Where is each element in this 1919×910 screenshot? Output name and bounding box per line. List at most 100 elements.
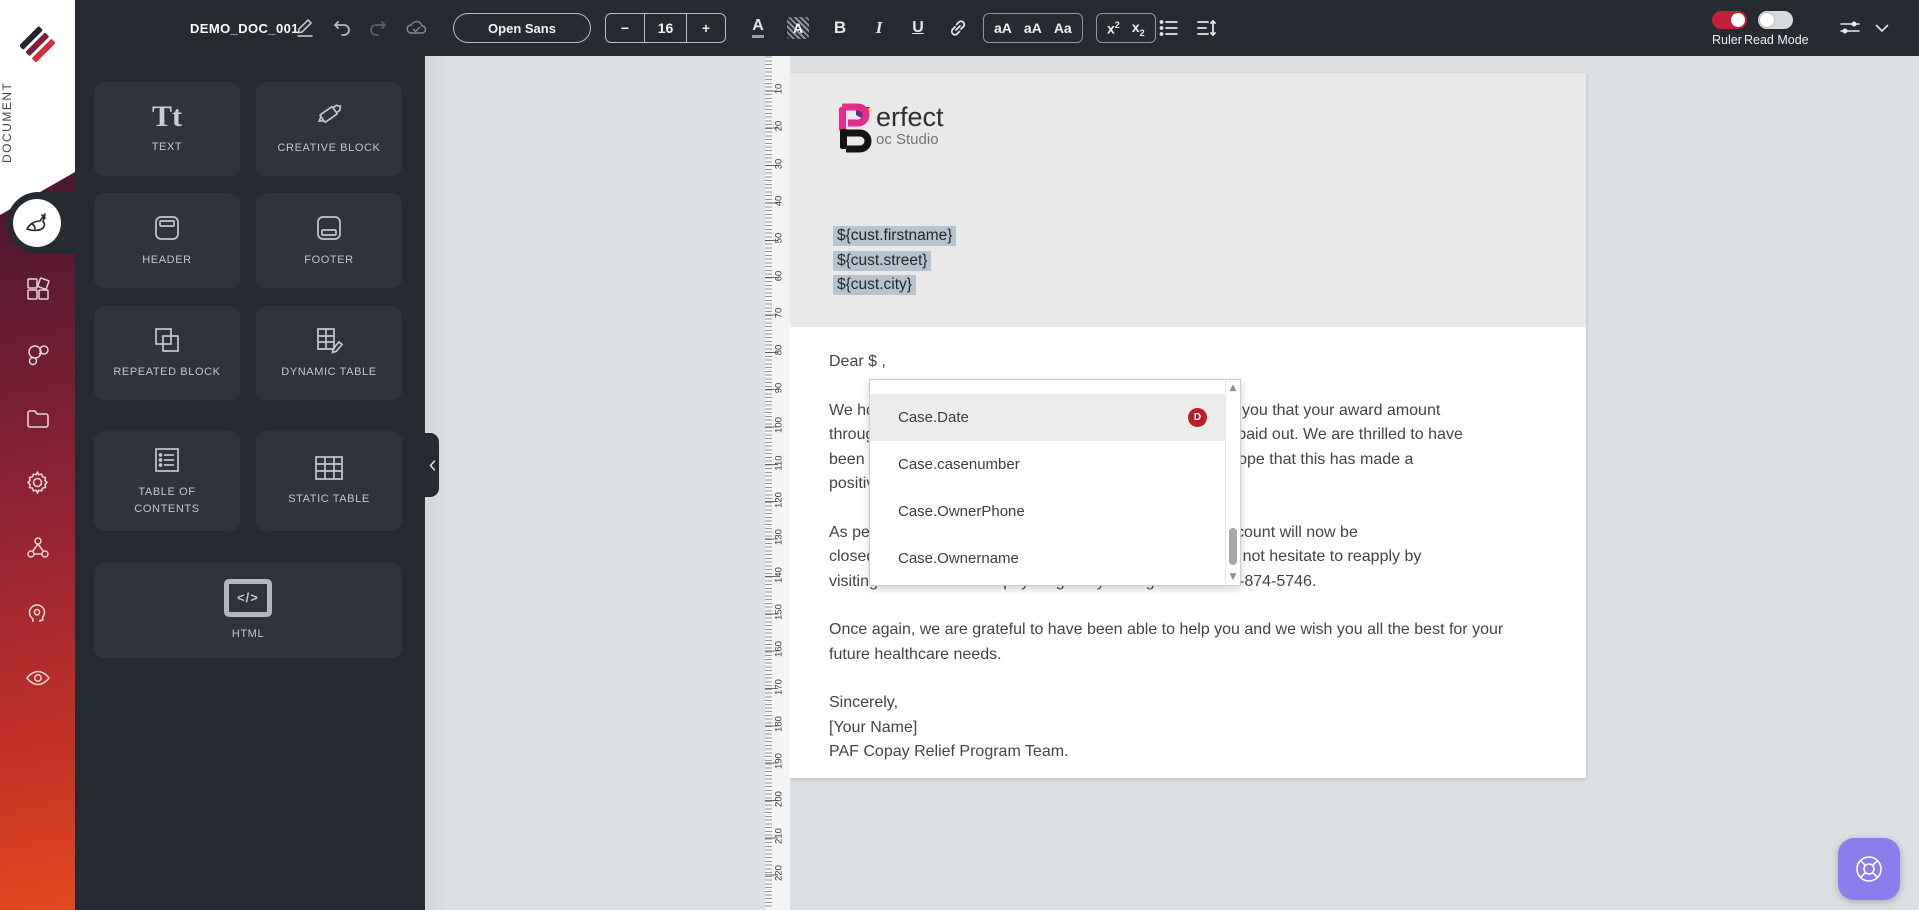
- cloud-check-icon: [406, 20, 426, 34]
- ruler-tick-label: 90: [773, 382, 785, 394]
- superscript-button[interactable]: x2: [1107, 20, 1120, 37]
- script-group: x2 x2: [1096, 13, 1156, 43]
- block-tile-footer[interactable]: FOOTER: [256, 193, 402, 288]
- more-options-button[interactable]: [1867, 0, 1897, 56]
- uppercase-button[interactable]: aA: [994, 20, 1012, 36]
- scroll-down-arrow[interactable]: ▼: [1226, 572, 1240, 582]
- ruler-tick-label: 80: [773, 345, 785, 356]
- sidebar-item-integrations[interactable]: [0, 525, 75, 569]
- dropdown-item-label: Case.Ownername: [898, 550, 1019, 567]
- html-block-icon: </>: [224, 578, 272, 617]
- insert-link-button[interactable]: [943, 0, 973, 56]
- vertical-ruler: 10 20 30 40 50 60 70 80 90 100 110 120 130 140 150 160 1…: [765, 56, 790, 910]
- font-size-stepper: − 16 +: [605, 13, 726, 43]
- variable-suggestion-dropdown: Case.Date D Case.casenumber Case.OwnerPh…: [869, 379, 1241, 586]
- footer-block-icon: [317, 215, 341, 240]
- sidebar-section-label: DOCUMENT: [0, 81, 14, 163]
- variable-chip[interactable]: ${cust.city}: [833, 275, 916, 296]
- subscript-button[interactable]: x2: [1132, 19, 1145, 38]
- bold-button[interactable]: B: [825, 0, 855, 56]
- chevron-down-icon: [1875, 24, 1889, 32]
- dropdown-scrollbar: ▲ ▼: [1225, 380, 1240, 585]
- line-spacing-icon: [1197, 19, 1216, 37]
- block-tile-static-table[interactable]: STATIC TABLE: [256, 431, 402, 531]
- sliders-icon: [1840, 21, 1860, 34]
- ruler-tick-label: 190: [773, 753, 785, 770]
- app-logo[interactable]: [20, 26, 56, 64]
- sidebar-item-design-active[interactable]: [13, 199, 61, 247]
- dropdown-item[interactable]: Case.Date D: [870, 394, 1225, 441]
- ruler-tick-label: 220: [773, 865, 785, 882]
- dropdown-item[interactable]: Case.OwnerPhone: [870, 488, 1225, 535]
- ruler-tick-label: 130: [773, 529, 785, 546]
- panel-collapse-handle[interactable]: [425, 433, 439, 497]
- sidebar-item-styles[interactable]: [0, 267, 75, 311]
- gear-icon: [27, 470, 48, 494]
- bold-icon: B: [833, 18, 847, 37]
- block-tile-creative-block[interactable]: CREATIVE BLOCK: [256, 82, 402, 176]
- ruler-tick-label: 60: [773, 270, 785, 282]
- palette-swatches-icon: [26, 277, 50, 300]
- page-settings-button[interactable]: [1835, 0, 1865, 56]
- text-block-icon: Tt: [152, 99, 182, 133]
- highlight-color-button[interactable]: A: [783, 0, 813, 56]
- ruler-tick-label: 140: [773, 566, 785, 583]
- block-tile-table-of-contents[interactable]: TABLE OF CONTENTS: [94, 431, 240, 531]
- dropdown-item[interactable]: Case.casenumber: [870, 441, 1225, 488]
- italic-button[interactable]: I: [864, 0, 894, 56]
- redo-button[interactable]: [363, 0, 393, 56]
- top-toolbar: DEMO_DOC_001 Open Sans − 16 + A A B I U …: [75, 0, 1919, 56]
- underline-button[interactable]: U: [903, 0, 933, 56]
- line-spacing-button[interactable]: [1190, 0, 1222, 56]
- ruler-toggle-knob: [1731, 13, 1745, 27]
- merge-variable-token: ${cust.city}: [833, 273, 956, 298]
- block-tile-header[interactable]: HEADER: [94, 193, 240, 288]
- molecule-icon: [27, 345, 49, 366]
- sidebar-item-files[interactable]: [0, 397, 75, 441]
- static-table-icon: [315, 456, 343, 481]
- rename-document-button[interactable]: [290, 0, 320, 56]
- link-icon: [950, 20, 966, 36]
- block-tile-dynamic-table[interactable]: DYNAMIC TABLE: [256, 306, 402, 400]
- logo-subtitle-fragment: oc Studio: [876, 131, 939, 149]
- redo-icon: [370, 21, 387, 36]
- logo-title-fragment: erfect: [876, 102, 944, 132]
- read-mode-toggle[interactable]: [1758, 11, 1793, 29]
- cloud-save-status: [401, 0, 431, 56]
- sidebar-item-preview[interactable]: [0, 656, 75, 700]
- text-color-button[interactable]: A: [743, 0, 773, 56]
- ruler-toggle[interactable]: [1712, 11, 1747, 29]
- font-size-decrease-button[interactable]: −: [606, 14, 645, 42]
- variable-chip[interactable]: ${cust.street}: [833, 250, 932, 271]
- variable-chip[interactable]: ${cust.firstname}: [833, 226, 957, 247]
- block-tile-text[interactable]: Tt TEXT: [94, 82, 240, 176]
- font-family-select[interactable]: Open Sans: [453, 13, 591, 43]
- ruler-tick-label: 50: [773, 233, 785, 244]
- merge-variables-block: ${cust.firstname} ${cust.street} ${cust.ci…: [833, 224, 957, 298]
- ruler-tick-label: 100: [773, 417, 785, 434]
- merge-variable-token: ${cust.street}: [833, 249, 956, 274]
- sidebar-item-settings[interactable]: [0, 460, 75, 504]
- repeated-block-icon: [155, 328, 179, 353]
- block-tile-repeated-block[interactable]: REPEATED BLOCK: [94, 306, 240, 400]
- sidebar-item-ai-assist[interactable]: [0, 591, 75, 635]
- ruler-tick-label: 170: [773, 678, 785, 695]
- creative-block-icon: [317, 104, 342, 124]
- design-brush-icon: [26, 213, 46, 232]
- scrollbar-thumb[interactable]: [1229, 528, 1237, 565]
- dropdown-item-label: Case.Date: [898, 409, 969, 426]
- font-size-increase-button[interactable]: +: [686, 14, 725, 42]
- header-block-icon: [155, 215, 179, 240]
- dropdown-item-label: Case.OwnerPhone: [898, 503, 1025, 520]
- sidebar-item-data-model[interactable]: [0, 332, 75, 376]
- dropdown-item-label: Case.casenumber: [898, 456, 1020, 473]
- undo-button[interactable]: [327, 0, 357, 56]
- bullet-list-button[interactable]: [1153, 0, 1185, 56]
- capitalize-button[interactable]: Aa: [1054, 20, 1072, 36]
- scroll-up-arrow[interactable]: ▲: [1226, 383, 1240, 393]
- lowercase-button[interactable]: aA: [1024, 20, 1042, 36]
- dropdown-item[interactable]: Case.Ownername: [870, 535, 1225, 582]
- help-chat-button[interactable]: [1838, 838, 1900, 900]
- font-size-value[interactable]: 16: [645, 14, 686, 42]
- block-tile-html[interactable]: </> HTML: [94, 563, 402, 658]
